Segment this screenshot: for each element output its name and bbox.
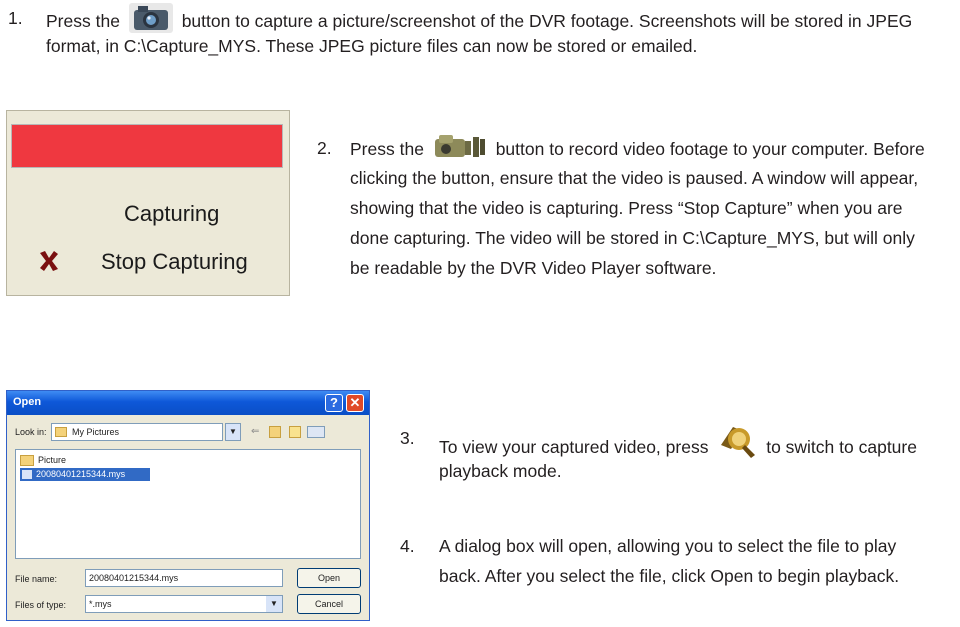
open-file-dialog: Open ? ✕ Look in: My Pictures ▼ ⇐ Pictur… xyxy=(6,390,370,621)
step-2-line-3: showing that the video is capturing. Pre… xyxy=(350,198,903,218)
step-3-line-2: playback mode. xyxy=(439,461,562,481)
folder-icon xyxy=(55,427,67,437)
step-4-number: 4. xyxy=(400,536,415,556)
step-2-line-4: done capturing. The video will be stored… xyxy=(350,228,915,248)
dialog-title: Open xyxy=(13,396,42,408)
step-4-line-2: back. After you select the file, click O… xyxy=(439,566,900,586)
folder-icon xyxy=(20,455,34,466)
file-item-label: 20080401215344.mys xyxy=(36,469,126,479)
list-item-file-selected[interactable]: 20080401215344.mys xyxy=(20,468,150,481)
help-button[interactable]: ? xyxy=(325,394,343,412)
file-name-value: 20080401215344.mys xyxy=(89,573,179,583)
files-of-type-select[interactable]: *.mys ▼ xyxy=(85,595,283,613)
chevron-down-icon[interactable]: ▼ xyxy=(266,596,282,612)
file-name-label: File name: xyxy=(15,574,58,584)
look-in-value: My Pictures xyxy=(72,427,120,437)
new-folder-icon[interactable] xyxy=(289,426,301,438)
files-of-type-label: Files of type: xyxy=(15,600,67,610)
cancel-button[interactable]: Cancel xyxy=(297,594,361,614)
view-menu-icon[interactable] xyxy=(307,426,325,438)
step-3-number: 3. xyxy=(400,428,415,448)
step-1-number: 1. xyxy=(8,8,23,28)
stop-x-icon[interactable] xyxy=(37,249,61,273)
folder-item-label: Picture xyxy=(38,455,67,465)
step-1-text-after-icon: button to capture a picture/screenshot o… xyxy=(181,11,913,31)
files-of-type-value: *.mys xyxy=(89,599,112,609)
look-in-select[interactable]: My Pictures xyxy=(51,423,223,441)
file-name-input[interactable]: 20080401215344.mys xyxy=(85,569,283,587)
file-list[interactable]: Picture 20080401215344.mys xyxy=(15,449,361,559)
back-arrow-icon[interactable]: ⇐ xyxy=(251,425,263,439)
step-3-text-after-icon: to switch to capture xyxy=(766,437,917,457)
file-icon xyxy=(22,470,32,479)
stop-capturing-button[interactable]: Stop Capturing xyxy=(101,247,248,277)
playback-search-icon xyxy=(717,423,757,468)
step-2-text-after-icon: button to record video footage to your c… xyxy=(495,139,925,159)
open-button[interactable]: Open xyxy=(297,568,361,588)
look-in-label: Look in: xyxy=(15,427,47,437)
step-2-line-5: be readable by the DVR Video Player soft… xyxy=(350,258,717,278)
step-1-line-2: format, in C:\Capture_MYS. These JPEG pi… xyxy=(46,36,698,56)
step-1-text-before-icon: Press the xyxy=(46,11,120,31)
capture-progress-bar xyxy=(11,124,283,168)
dialog-titlebar: Open ? ✕ xyxy=(7,391,369,415)
close-button[interactable]: ✕ xyxy=(346,394,364,412)
step-3-text-before-icon: To view your captured video, press xyxy=(439,437,709,457)
step-2-number: 2. xyxy=(317,138,332,158)
capture-status-panel: Capturing Stop Capturing xyxy=(6,110,290,296)
step-2-line-2: clicking the button, ensure that the vid… xyxy=(350,168,919,188)
capturing-label: Capturing xyxy=(124,201,220,226)
chevron-down-icon[interactable]: ▼ xyxy=(225,423,241,441)
up-folder-icon[interactable] xyxy=(269,426,281,438)
step-4-line-1: A dialog box will open, allowing you to … xyxy=(439,536,897,556)
step-2-text-before-icon: Press the xyxy=(350,139,424,159)
